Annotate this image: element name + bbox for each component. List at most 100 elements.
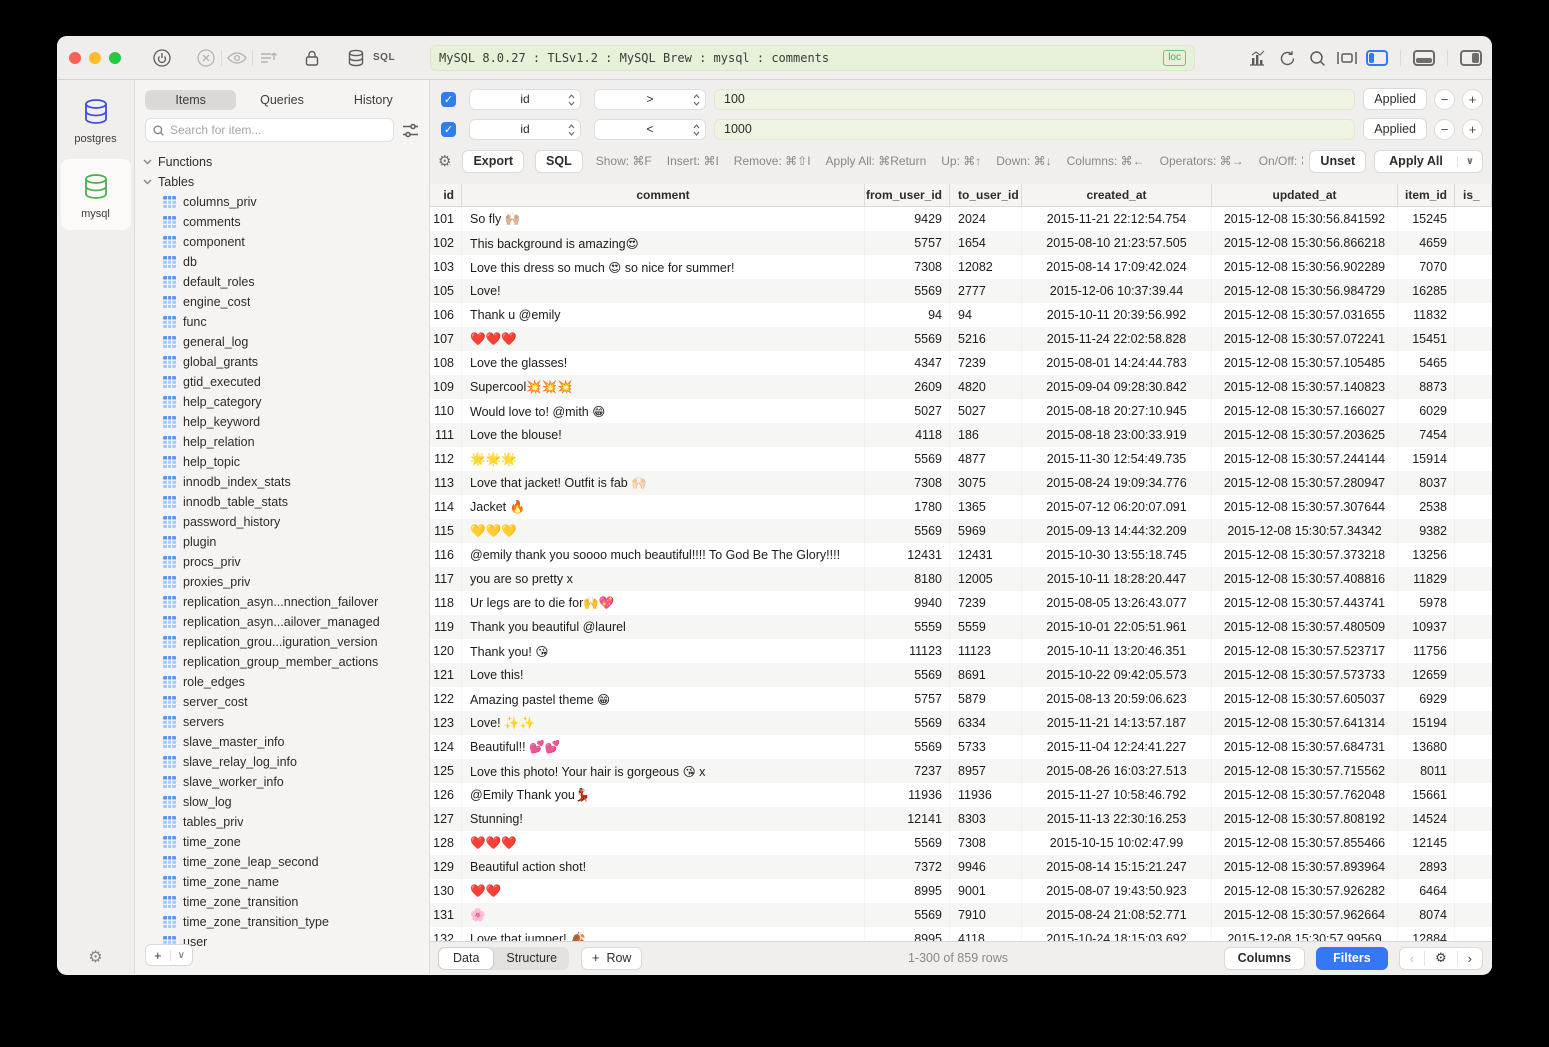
cell-from_user_id[interactable]: 5569 [865,447,950,471]
sidebar-item-time_zone_transition_type[interactable]: time_zone_transition_type [135,912,429,932]
cell-is_[interactable] [1455,423,1492,447]
column-header-item_id[interactable]: item_id [1398,184,1455,206]
table-row[interactable]: 126@Emily Thank you💃🏽11936119362015-11-2… [430,783,1492,807]
cell-id[interactable]: 124 [430,735,462,759]
table-row[interactable]: 128❤️❤️❤️556973082015-10-15 10:02:47.992… [430,831,1492,855]
sidebar-item-func[interactable]: func [135,312,429,332]
cell-created_at[interactable]: 2015-08-18 23:00:33.919 [1022,423,1212,447]
table-row[interactable]: 114Jacket 🔥178013652015-07-12 06:20:07.0… [430,495,1492,519]
cell-item_id[interactable]: 15451 [1398,327,1455,351]
cell-is_[interactable] [1455,687,1492,711]
cell-created_at[interactable]: 2015-11-13 22:30:16.253 [1022,807,1212,831]
cell-comment[interactable]: @emily thank you soooo much beautiful!!!… [462,543,865,567]
cell-updated_at[interactable]: 2015-12-08 15:30:57.926282 [1212,879,1398,903]
cell-is_[interactable] [1455,279,1492,303]
connect-icon[interactable] [151,47,173,69]
cell-from_user_id[interactable]: 5569 [865,735,950,759]
table-row[interactable]: 108Love the glasses!434772392015-08-01 1… [430,351,1492,375]
tab-queries[interactable]: Queries [236,90,327,110]
cell-comment[interactable]: Beautiful!! 💕💕 [462,735,865,759]
cell-item_id[interactable]: 15194 [1398,711,1455,735]
cell-item_id[interactable]: 7070 [1398,255,1455,279]
cell-created_at[interactable]: 2015-10-30 13:55:18.745 [1022,543,1212,567]
cell-to_user_id[interactable]: 3075 [950,471,1022,495]
table-row[interactable]: 115💛💛💛556959692015-09-13 14:44:32.209201… [430,519,1492,543]
cell-id[interactable]: 103 [430,255,462,279]
cell-updated_at[interactable]: 2015-12-08 15:30:57.031655 [1212,303,1398,327]
sql-editor-icon[interactable]: SQL [373,52,395,63]
sidebar-item-slow_log[interactable]: slow_log [135,792,429,812]
unset-button[interactable]: Unset [1309,150,1366,173]
cell-updated_at[interactable]: 2015-12-08 15:30:57.280947 [1212,471,1398,495]
add-item-button[interactable]: + ∨ [145,944,193,966]
sidebar-item-time_zone[interactable]: time_zone [135,832,429,852]
filters-button[interactable]: Filters [1316,947,1388,970]
cell-item_id[interactable]: 11829 [1398,567,1455,591]
export-button[interactable]: Export [462,150,524,173]
cell-created_at[interactable]: 2015-10-01 22:05:51.961 [1022,615,1212,639]
sidebar-item-replication_grouiguration_version[interactable]: replication_grou...iguration_version [135,632,429,652]
cell-id[interactable]: 123 [430,711,462,735]
cell-is_[interactable] [1455,807,1492,831]
tree-section-functions[interactable]: Functions [135,152,429,172]
cell-updated_at[interactable]: 2015-12-08 15:30:57.443741 [1212,591,1398,615]
cell-updated_at[interactable]: 2015-12-08 15:30:56.866218 [1212,231,1398,255]
cell-comment[interactable]: Beautiful action shot! [462,855,865,879]
applied-button[interactable]: Applied [1363,118,1427,140]
cell-comment[interactable]: 🌟🌟🌟 [462,447,865,471]
cell-updated_at[interactable]: 2015-12-08 15:30:57.684731 [1212,735,1398,759]
cell-comment[interactable]: Supercool💥💥💥 [462,375,865,399]
sql-button[interactable]: SQL [535,150,583,173]
cell-to_user_id[interactable]: 1654 [950,231,1022,255]
cell-id[interactable]: 121 [430,663,462,687]
cell-id[interactable]: 122 [430,687,462,711]
cell-created_at[interactable]: 2015-10-24 18:15:03.692 [1022,927,1212,941]
cell-comment[interactable]: Ur legs are to die for🙌💖 [462,591,865,615]
cell-is_[interactable] [1455,351,1492,375]
table-row[interactable]: 132Love that jumper! 🍂899541182015-10-24… [430,927,1492,941]
table-row[interactable]: 129Beautiful action shot!737299462015-08… [430,855,1492,879]
cell-comment[interactable]: 🌸 [462,903,865,927]
cell-is_[interactable] [1455,567,1492,591]
connection-mysql[interactable]: mysql [61,159,131,230]
cell-id[interactable]: 129 [430,855,462,879]
cell-created_at[interactable]: 2015-10-11 18:28:20.447 [1022,567,1212,591]
cell-created_at[interactable]: 2015-09-04 09:28:30.842 [1022,375,1212,399]
panel-right-icon[interactable] [1460,50,1482,66]
cell-created_at[interactable]: 2015-10-15 10:02:47.99 [1022,831,1212,855]
cell-id[interactable]: 113 [430,471,462,495]
cell-is_[interactable] [1455,447,1492,471]
cell-from_user_id[interactable]: 5569 [865,327,950,351]
cell-from_user_id[interactable]: 5757 [865,231,950,255]
table-row[interactable]: 103Love this dress so much 😍 so nice for… [430,255,1492,279]
table-row[interactable]: 111Love the blouse!41181862015-08-18 23:… [430,423,1492,447]
cell-to_user_id[interactable]: 9946 [950,855,1022,879]
cell-updated_at[interactable]: 2015-12-08 15:30:57.307644 [1212,495,1398,519]
cell-id[interactable]: 132 [430,927,462,941]
cell-updated_at[interactable]: 2015-12-08 15:30:57.203625 [1212,423,1398,447]
cell-to_user_id[interactable]: 4118 [950,927,1022,941]
apply-all-button[interactable]: Apply All ∨ [1374,150,1483,173]
cell-created_at[interactable]: 2015-07-12 06:20:07.091 [1022,495,1212,519]
cell-updated_at[interactable]: 2015-12-08 15:30:57.573733 [1212,663,1398,687]
cell-item_id[interactable]: 16285 [1398,279,1455,303]
cell-is_[interactable] [1455,399,1492,423]
cell-created_at[interactable]: 2015-08-13 20:59:06.623 [1022,687,1212,711]
cell-created_at[interactable]: 2015-09-13 14:44:32.209 [1022,519,1212,543]
cell-updated_at[interactable]: 2015-12-08 15:30:57.715562 [1212,759,1398,783]
cell-from_user_id[interactable]: 9429 [865,207,950,231]
cell-item_id[interactable]: 4659 [1398,231,1455,255]
cell-from_user_id[interactable]: 5569 [865,903,950,927]
table-row[interactable]: 105Love!556927772015-12-06 10:37:39.4420… [430,279,1492,303]
cell-item_id[interactable]: 11832 [1398,303,1455,327]
page-settings-gear-icon[interactable]: ⚙ [1425,950,1457,966]
cell-comment[interactable]: Thank you! 😘 [462,639,865,663]
eye-icon[interactable] [226,47,248,69]
cell-item_id[interactable]: 11756 [1398,639,1455,663]
cell-comment[interactable]: Love! ✨✨ [462,711,865,735]
cell-item_id[interactable]: 6464 [1398,879,1455,903]
cell-is_[interactable] [1455,255,1492,279]
sidebar-item-engine_cost[interactable]: engine_cost [135,292,429,312]
filter-checkbox[interactable]: ✓ [441,122,456,137]
tree-section-tables[interactable]: Tables [135,172,429,192]
